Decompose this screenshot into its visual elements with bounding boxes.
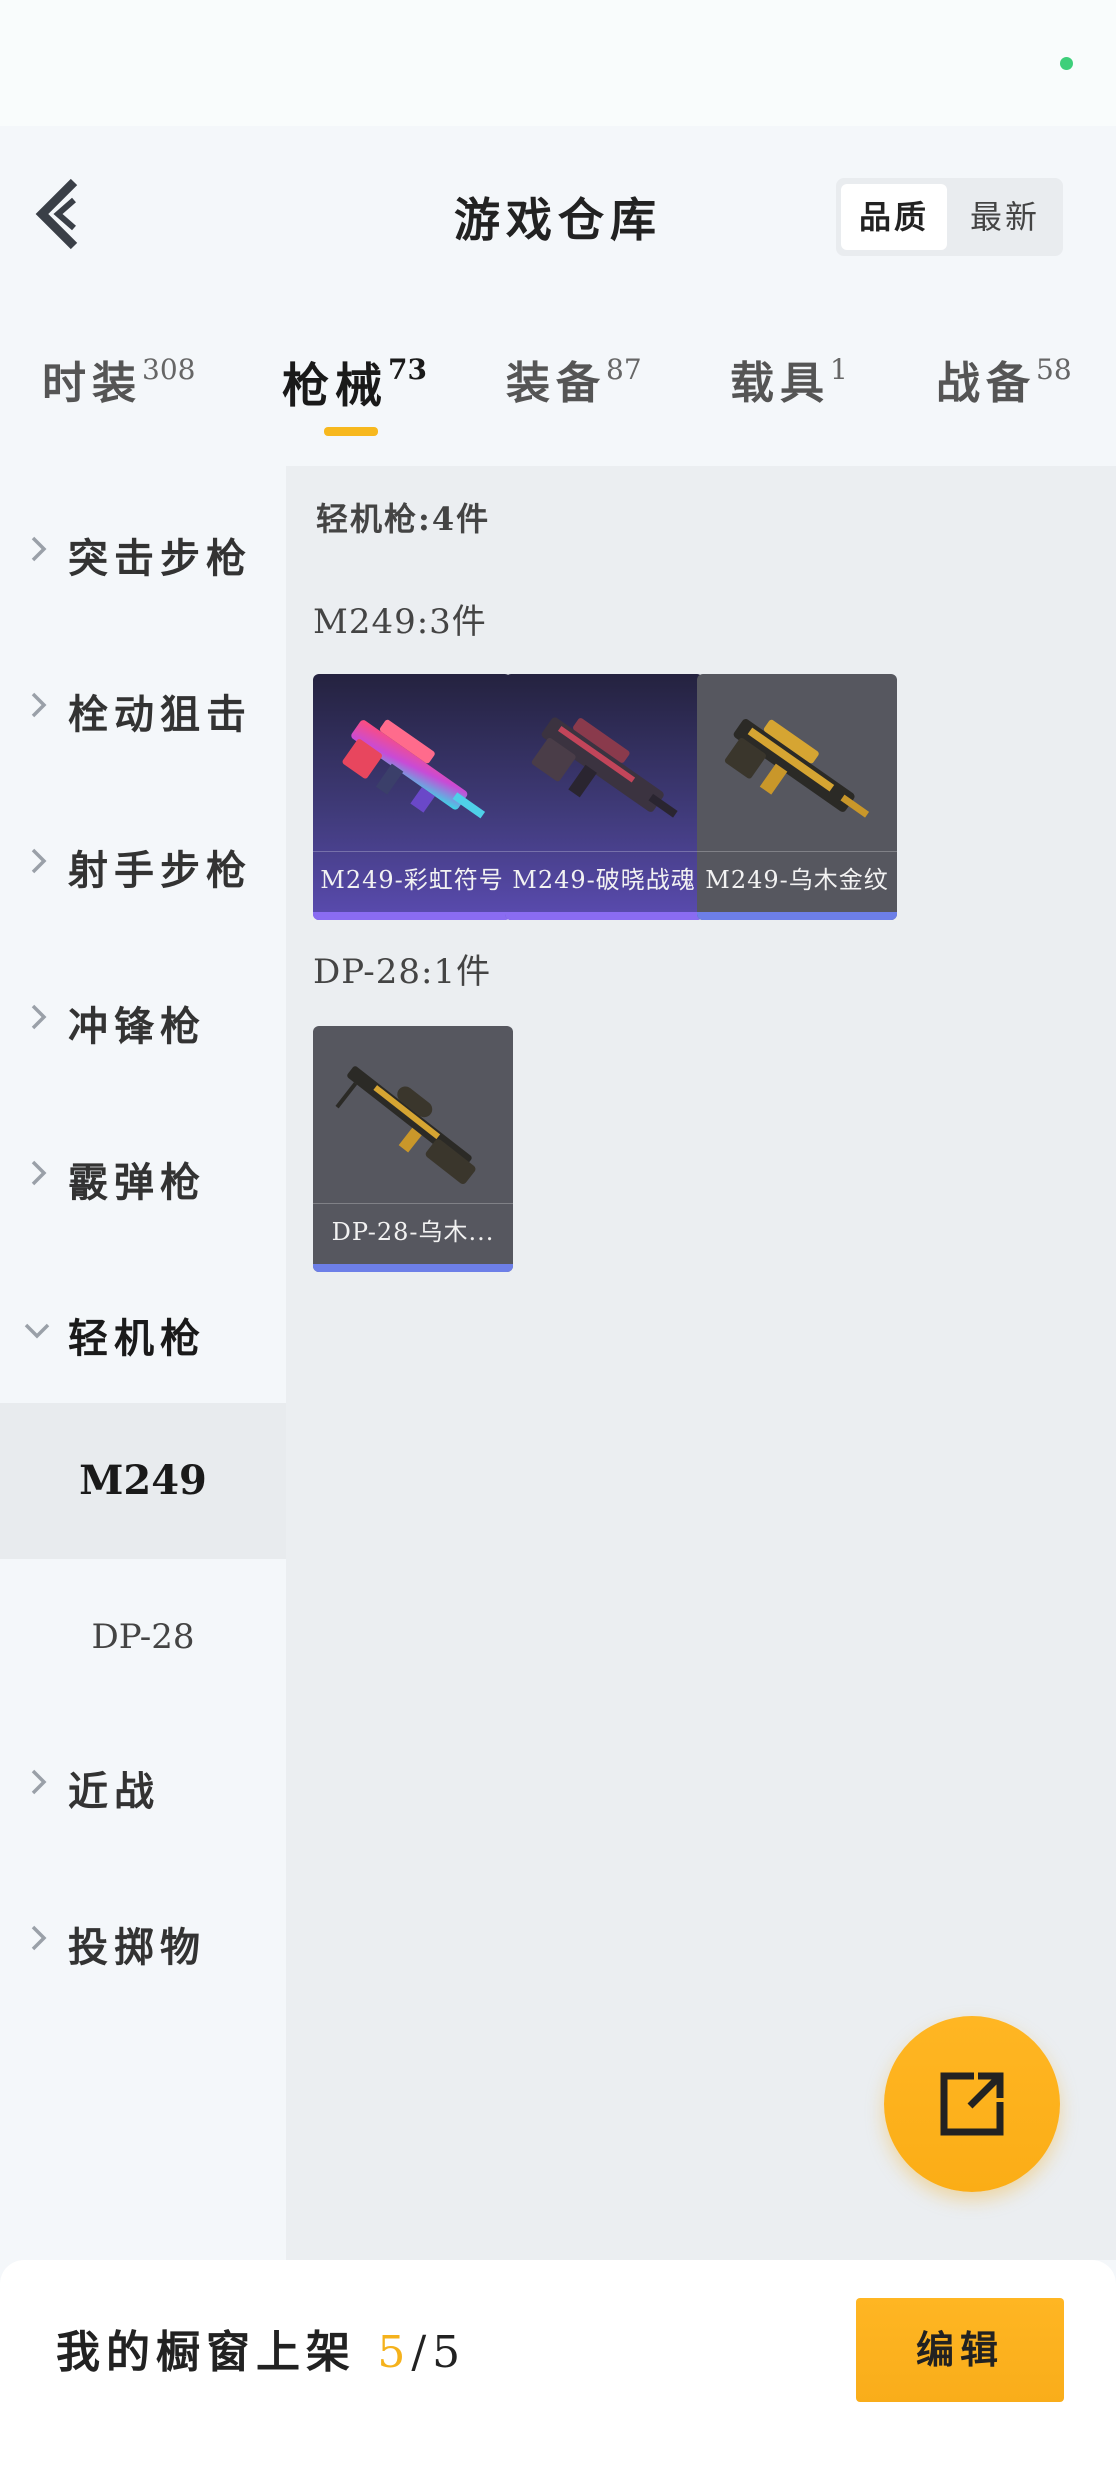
category-tabs: 时装308 枪械73 装备87 载具1 战备58 <box>0 291 1116 466</box>
tab-label: 枪械 <box>282 359 388 414</box>
group-heading-dp28: DP-28:1件 <box>313 952 492 992</box>
sidebar-item-bolt-sniper[interactable]: 栓动狙击 <box>0 630 286 786</box>
edit-button[interactable]: 编辑 <box>856 2298 1064 2402</box>
sidebar-item-melee[interactable]: 近战 <box>0 1707 286 1863</box>
sidebar-item-label: 投掷物 <box>68 1924 206 1971</box>
tab-vehicles[interactable]: 载具1 <box>730 347 848 409</box>
sidebar-item-label: 栓动狙击 <box>68 691 252 738</box>
sidebar-item-assault-rifle[interactable]: 突击步枪 <box>0 474 286 630</box>
rarity-bar <box>505 912 703 920</box>
chevron-right-icon <box>31 692 47 718</box>
item-name: M249-破晓战魂 <box>505 851 703 908</box>
share-external-icon <box>940 2072 1004 2136</box>
tab-label: 时装 <box>42 358 142 409</box>
showcase-footer: 我的橱窗上架 5/5 编辑 <box>0 2260 1116 2484</box>
ebony-gold-rifle-icon <box>724 719 870 818</box>
tab-equipment[interactable]: 装备87 <box>506 347 642 409</box>
showcase-count-current: 5 <box>377 2327 412 2378</box>
item-name: M249-乌木金纹 <box>697 851 897 908</box>
tab-firearms[interactable]: 枪械73 <box>282 347 427 414</box>
active-tab-indicator <box>324 427 378 436</box>
rarity-bar <box>313 912 511 920</box>
item-name: M249-彩虹符号 <box>313 851 511 908</box>
item-card-m249-ebony-gold[interactable]: M249-乌木金纹 <box>697 674 897 920</box>
item-card-dp28-ebony[interactable]: DP-28-乌木... <box>313 1026 513 1272</box>
chevron-right-icon <box>31 1160 47 1186</box>
item-card-m249-dawn[interactable]: M249-破晓战魂 <box>505 674 703 920</box>
sidebar-item-marksman-rifle[interactable]: 射手步枪 <box>0 786 286 942</box>
item-name: DP-28-乌木... <box>313 1203 513 1260</box>
chevron-right-icon <box>31 1925 47 1951</box>
rarity-bar <box>313 1264 513 1272</box>
tab-count: 308 <box>142 353 196 386</box>
top-header: 游戏仓库 品质 最新 <box>0 126 1116 291</box>
sidebar-subitem-m249[interactable]: M249 <box>0 1403 286 1559</box>
tab-count: 58 <box>1036 353 1072 386</box>
sidebar-item-shotgun[interactable]: 霰弹枪 <box>0 1098 286 1254</box>
sort-by-quality-button[interactable]: 品质 <box>841 184 947 250</box>
chevron-right-icon <box>31 536 47 562</box>
sidebar-item-label: 轻机枪 <box>68 1315 206 1362</box>
tab-label: 战备 <box>936 358 1036 409</box>
tab-costumes[interactable]: 时装308 <box>42 347 196 409</box>
sidebar-item-label: 射手步枪 <box>68 847 252 894</box>
item-card-m249-rainbow[interactable]: M249-彩虹符号 <box>313 674 511 920</box>
showcase-status: 我的橱窗上架 5/5 <box>56 2316 466 2380</box>
group-heading-m249: M249:3件 <box>313 602 487 642</box>
chevron-down-icon <box>24 1323 50 1339</box>
sidebar-subitem-dp28[interactable]: DP-28 <box>0 1559 286 1715</box>
tab-count: 87 <box>606 353 642 386</box>
category-count-heading: 轻机枪:4件 <box>316 500 491 538</box>
tab-tactical[interactable]: 战备58 <box>936 347 1072 409</box>
rainbow-rifle-icon <box>342 719 486 819</box>
share-button[interactable] <box>884 2016 1060 2192</box>
chevron-right-icon <box>31 1004 47 1030</box>
showcase-count-total: /5 <box>411 2327 467 2378</box>
weapon-type-sidebar-list: 突击步枪 栓动狙击 射手步枪 冲锋枪 霰弹枪 轻机枪 M249 DP-28 近战… <box>0 466 286 2260</box>
sort-toggle: 品质 最新 <box>836 178 1063 256</box>
sidebar-item-label: 冲锋枪 <box>68 1003 206 1050</box>
item-grid-panel: 轻机枪:4件 M249:3件 M249-彩虹符号 M249-破晓战魂 M249-… <box>286 466 1116 2260</box>
tab-count: 73 <box>388 353 427 386</box>
sidebar-item-lmg[interactable]: 轻机枪 <box>0 1254 286 1410</box>
sidebar-item-label: 近战 <box>68 1768 160 1815</box>
sidebar-item-smg[interactable]: 冲锋枪 <box>0 942 286 1098</box>
tab-label: 载具 <box>730 358 830 409</box>
status-dot-icon <box>1060 57 1073 70</box>
sidebar-item-throwables[interactable]: 投掷物 <box>0 1863 286 2019</box>
dp28-rifle-icon <box>335 1066 476 1185</box>
rarity-bar <box>697 912 897 920</box>
status-bar <box>0 0 1116 126</box>
tab-label: 装备 <box>506 358 606 409</box>
sidebar-item-label: 突击步枪 <box>68 535 252 582</box>
sort-by-newest-button[interactable]: 最新 <box>952 184 1058 250</box>
dawn-rifle-icon <box>531 717 678 818</box>
chevron-right-icon <box>31 848 47 874</box>
tab-count: 1 <box>830 353 848 386</box>
chevron-right-icon <box>31 1769 47 1795</box>
showcase-label: 我的橱窗上架 <box>56 2327 356 2378</box>
sidebar-item-label: 霰弹枪 <box>68 1159 206 1206</box>
